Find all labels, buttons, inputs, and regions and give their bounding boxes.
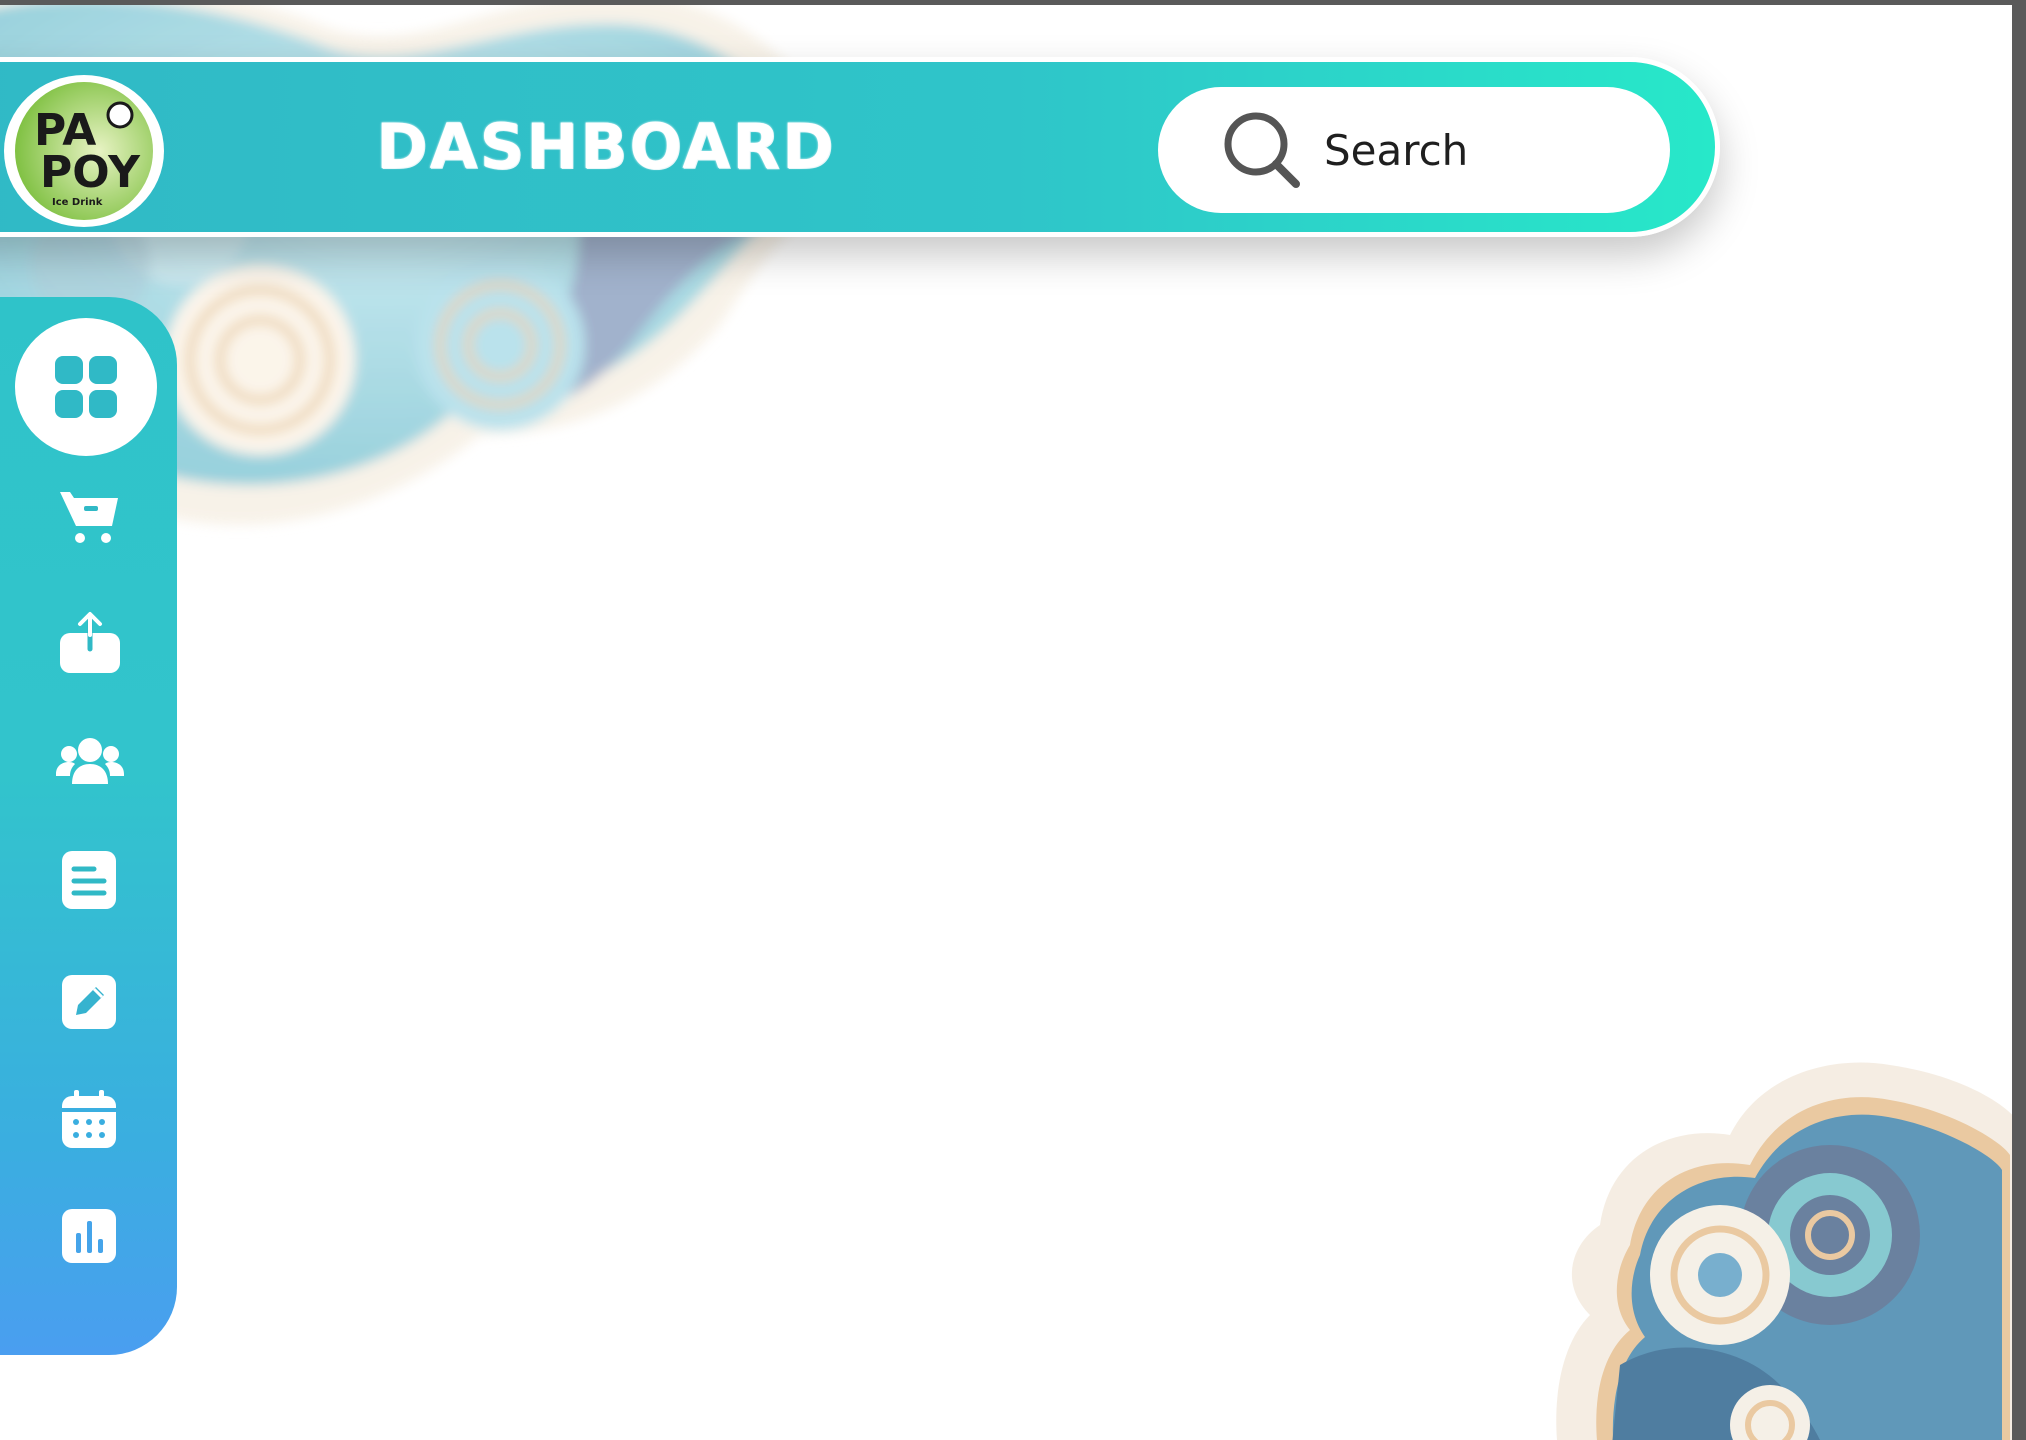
page-title: DASHBOARD	[376, 110, 836, 183]
page-canvas: PA POY Ice Drink DASHBOARD Search	[0, 5, 2012, 1440]
sidebar-item-documents[interactable]	[60, 835, 118, 925]
calendar-icon	[62, 1090, 116, 1148]
sidebar-item-dashboard[interactable]	[15, 318, 157, 456]
search-input[interactable]: Search	[1324, 126, 1468, 175]
cart-icon	[60, 492, 118, 543]
sidebar-item-edit[interactable]	[60, 957, 118, 1047]
edit-icon	[62, 975, 116, 1029]
papoy-logo-icon: PA POY Ice Drink	[9, 76, 159, 226]
sidebar-item-upload[interactable]	[58, 598, 122, 688]
upload-icon	[60, 612, 120, 673]
search-icon[interactable]	[1220, 108, 1304, 192]
decorative-wave-bottom	[1556, 1062, 2012, 1440]
search-bar[interactable]: Search	[1158, 87, 1670, 213]
sidebar-item-calendar[interactable]	[60, 1075, 118, 1165]
users-icon	[56, 738, 124, 784]
sidebar-item-reports[interactable]	[60, 1191, 118, 1281]
bar-chart-icon	[62, 1209, 116, 1263]
sidebar-item-cart[interactable]	[58, 473, 122, 563]
brand-logo[interactable]: PA POY Ice Drink	[4, 75, 164, 227]
svg-text:Ice Drink: Ice Drink	[52, 197, 103, 208]
sidebar-item-customers[interactable]	[56, 715, 124, 805]
svg-text:POY: POY	[40, 147, 141, 198]
document-icon	[62, 851, 116, 909]
window-frame-right	[2012, 0, 2026, 1440]
grid-icon	[55, 356, 117, 418]
